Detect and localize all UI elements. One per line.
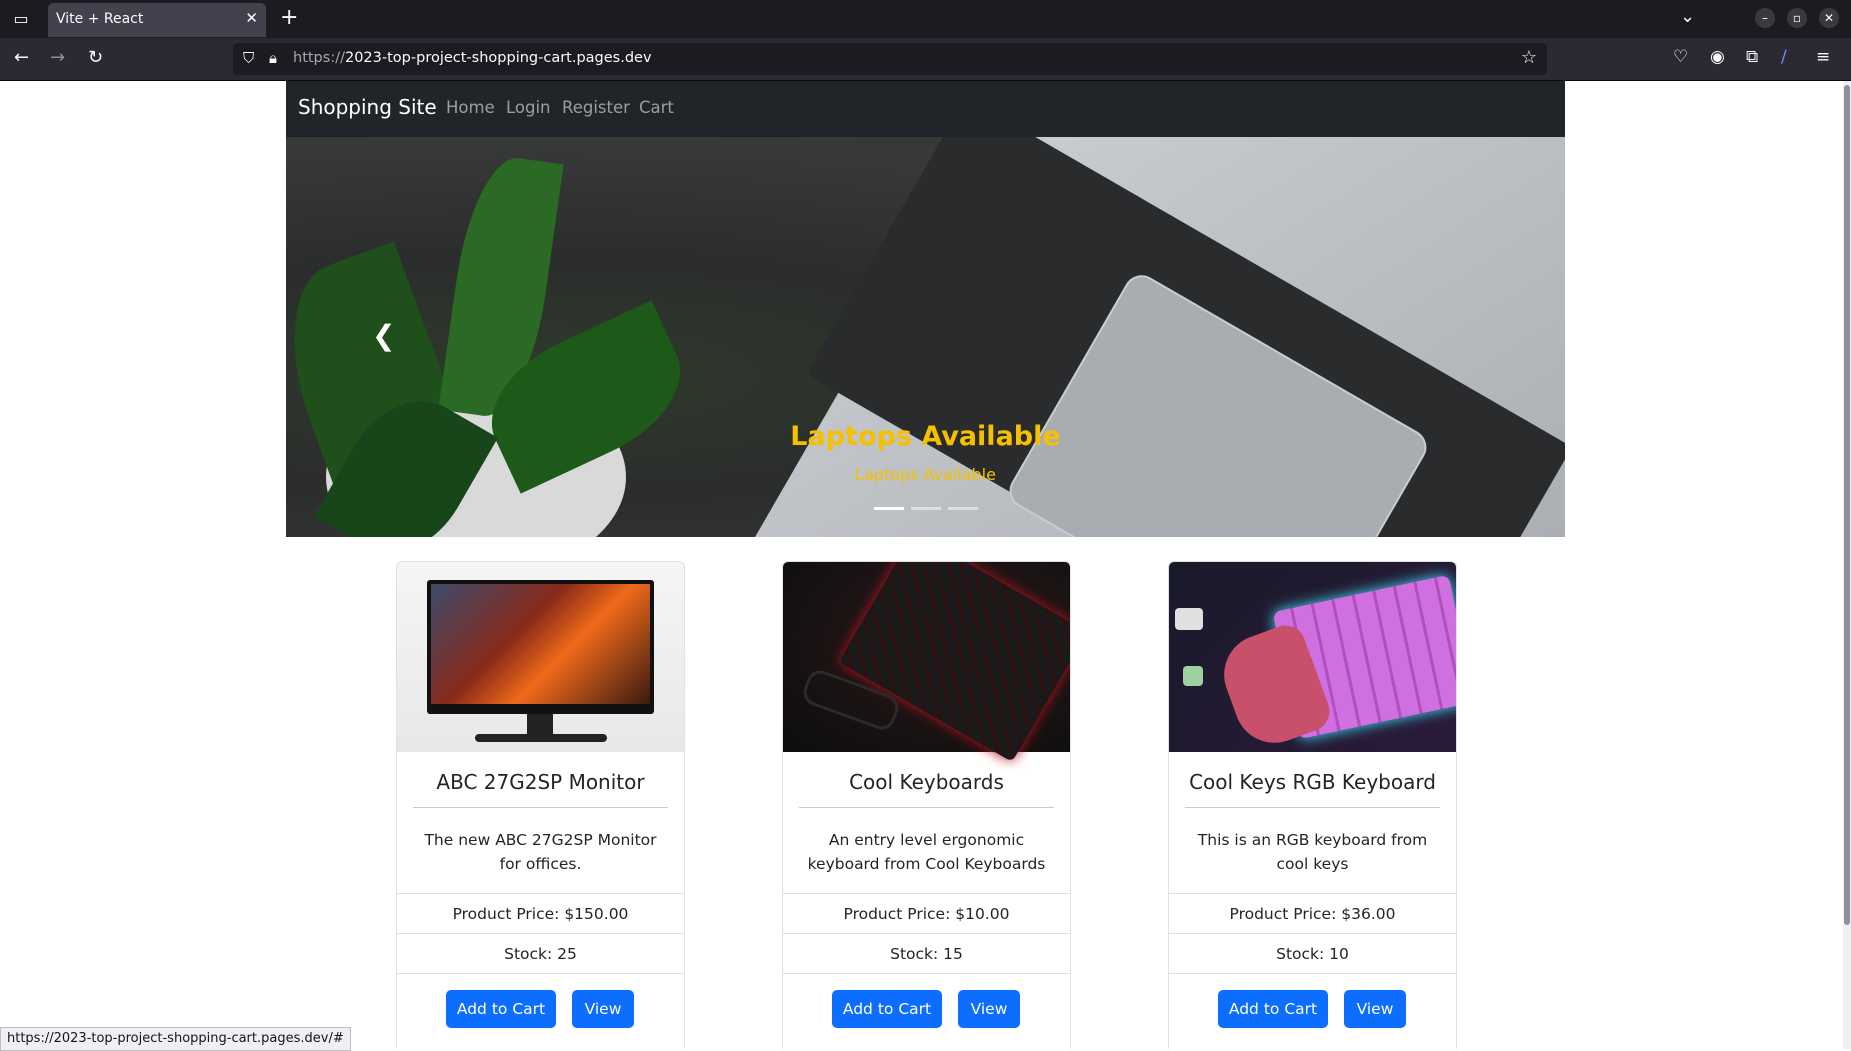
forward-icon[interactable]: → [50,47,65,68]
restore-icon[interactable]: ▫ [1787,8,1807,28]
nav-login[interactable]: Login [506,98,551,117]
monitor-stand [527,714,553,736]
carousel-indicator-2[interactable] [911,507,941,510]
divider [413,807,668,808]
minimize-icon[interactable]: – [1755,8,1775,28]
carousel-caption-subtitle: Laptops Available [855,465,996,484]
add-to-cart-button[interactable]: Add to Cart [832,990,942,1028]
divider [799,807,1054,808]
lock-icon[interactable]: 🔒︎ [269,49,277,67]
carousel-caption-title: Laptops Available [790,421,1061,452]
tab-title: Vite + React [56,11,144,27]
product-title: Cool Keyboards [849,770,1004,794]
tab-list-icon[interactable]: ▭ [10,9,32,29]
shield-icon[interactable]: ⛉ [243,49,254,67]
nav-home[interactable]: Home [446,98,495,117]
close-window-icon[interactable]: ✕ [1819,8,1839,28]
carousel-indicators [874,507,978,511]
product-price: Product Price: $150.00 [397,893,684,934]
pocket-icon[interactable]: ♡ [1673,47,1688,67]
keycap-shape [1183,666,1203,686]
view-button[interactable]: View [572,990,634,1028]
add-to-cart-button[interactable]: Add to Cart [1218,990,1328,1028]
card-footer: Add to Cart View [1169,973,1456,1034]
monitor-frame [427,580,654,714]
eyedropper-icon[interactable]: ∕ [1781,47,1787,67]
site-brand[interactable]: Shopping Site [298,95,437,119]
card-footer: Add to Cart View [783,973,1070,1034]
monitor-screen [431,584,650,704]
page-scrollbar[interactable] [1843,81,1851,1049]
browser-tab-bar: ▭ Vite + React ✕ + ⌄ – ▫ ✕ [0,0,1851,38]
browser-toolbar: ← → ↻ ⛉ 🔒︎ https://2023-top-project-shop… [0,38,1851,81]
carousel-indicator-1[interactable] [874,507,904,510]
browser-tab[interactable]: Vite + React ✕ [48,3,266,37]
product-stock: Stock: 10 [1169,933,1456,974]
carousel-indicator-3[interactable] [948,507,978,510]
divider [1185,807,1440,808]
product-image-keyboard [783,562,1070,762]
product-stock: Stock: 25 [397,933,684,974]
scrollbar-thumb[interactable] [1844,85,1850,925]
nav-register[interactable]: Register [562,98,630,117]
product-description: An entry level ergonomic keyboard from C… [807,831,1046,873]
url-host: 2023-top-project-shopping-cart.pages.dev [344,50,652,66]
view-button[interactable]: View [958,990,1020,1028]
reload-icon[interactable]: ↻ [88,47,103,68]
menu-icon[interactable]: ≡ [1816,47,1830,67]
back-icon[interactable]: ← [14,47,29,68]
account-icon[interactable]: ◉ [1710,47,1725,67]
url-scheme: https:// [293,50,345,66]
close-tab-icon[interactable]: ✕ [245,9,258,27]
card-footer: Add to Cart View [397,973,684,1034]
product-description: This is an RGB keyboard from cool keys [1197,831,1428,873]
list-all-tabs-icon[interactable]: ⌄ [1680,6,1695,27]
product-price: Product Price: $36.00 [1169,893,1456,934]
page-viewport: Shopping Site Home Login Register Cart ❮… [0,81,1851,1049]
product-title: ABC 27G2SP Monitor [436,770,645,794]
new-tab-icon[interactable]: + [280,5,298,30]
view-button[interactable]: View [1344,990,1406,1028]
product-stock: Stock: 15 [783,933,1070,974]
product-card: Cool Keyboards An entry level ergonomic … [782,561,1071,1049]
monitor-base [475,734,607,742]
hero-carousel: ❮ Laptops Available Laptops Available [286,137,1565,537]
product-card: ABC 27G2SP Monitor The new ABC 27G2SP Mo… [396,561,685,1049]
site-navbar: Shopping Site Home Login Register Cart [286,81,1565,137]
product-price: Product Price: $10.00 [783,893,1070,934]
url-text[interactable]: https://2023-top-project-shopping-cart.p… [293,50,652,66]
product-image-rgb-keyboard [1169,562,1456,755]
keyboard-shape [838,562,1070,762]
url-bar[interactable]: ⛉ 🔒︎ https://2023-top-project-shopping-c… [233,43,1547,75]
product-image-monitor [397,562,684,752]
keycap-shape [1175,608,1203,630]
product-card: Cool Keys RGB Keyboard This is an RGB ke… [1168,561,1457,1049]
status-bar-url: https://2023-top-project-shopping-cart.p… [0,1027,351,1051]
add-to-cart-button[interactable]: Add to Cart [446,990,556,1028]
bookmark-star-icon[interactable]: ☆ [1521,47,1537,68]
carousel-prev-icon[interactable]: ❮ [372,319,395,352]
extensions-icon[interactable]: ⧉ [1746,47,1758,67]
nav-cart[interactable]: Cart [639,98,674,117]
product-description: The new ABC 27G2SP Monitor for offices. [424,831,657,873]
product-title: Cool Keys RGB Keyboard [1189,770,1436,794]
